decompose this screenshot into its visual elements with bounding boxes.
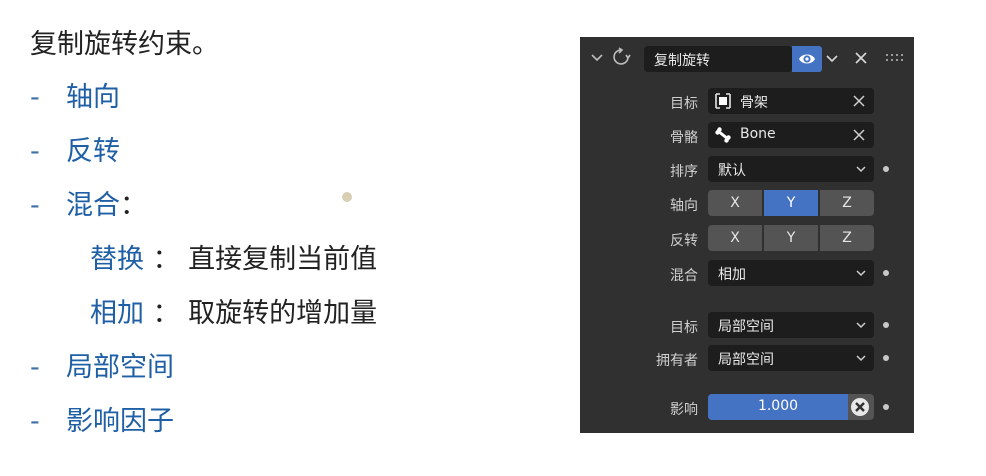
- target-space-label: 目标: [670, 320, 698, 336]
- clear-icon[interactable]: [850, 397, 870, 417]
- blend-sep: ：: [144, 244, 189, 275]
- mix-value: 相加: [718, 267, 746, 283]
- invert-x-toggle[interactable]: X: [708, 225, 762, 251]
- axis-x-toggle[interactable]: X: [708, 190, 762, 216]
- decorative-dot: [342, 192, 352, 202]
- blend-term: 相加: [90, 298, 144, 329]
- influence-value: 1.000: [757, 398, 799, 414]
- constraint-name-field[interactable]: 复制旋转: [644, 46, 792, 72]
- list-item: - 反转: [30, 134, 120, 170]
- target-space-dropdown[interactable]: 局部空间: [708, 312, 874, 338]
- chevron-down-icon: [856, 270, 866, 277]
- bullet-dash: -: [30, 136, 40, 167]
- blend-sep: ：: [144, 298, 189, 329]
- constraint-header: 复制旋转: [580, 37, 914, 79]
- keyframe-dot[interactable]: [883, 404, 889, 410]
- bullet-dash: -: [30, 352, 40, 383]
- invert-label: 反转: [670, 233, 698, 249]
- item-label-axis: 轴向: [66, 82, 120, 113]
- order-label: 排序: [670, 164, 698, 180]
- item-label-influence: 影响因子: [66, 406, 174, 437]
- order-value: 默认: [718, 163, 746, 179]
- blend-desc: 直接复制当前值: [188, 244, 378, 275]
- list-item: - 混合：: [30, 188, 147, 224]
- item-label-invert: 反转: [66, 136, 120, 167]
- list-item: - 影响因子: [30, 404, 174, 440]
- item-label-mix: 混合: [66, 190, 120, 221]
- close-icon[interactable]: [852, 128, 866, 142]
- copy-rotation-constraint-icon: [613, 47, 631, 65]
- blend-desc: 取旋转的增加量: [188, 298, 378, 329]
- invert-toggle-group: X Y Z: [708, 225, 874, 251]
- owner-space-dropdown[interactable]: 局部空间: [708, 345, 874, 371]
- blend-term: 替换: [90, 244, 144, 275]
- armature-icon: [715, 93, 731, 109]
- constraint-panel: 复制旋转 目标 骨架 骨骼 Bone 排序 默认 轴向 X Y Z 反转 X Y…: [580, 37, 914, 433]
- item-label-local-space: 局部空间: [66, 352, 174, 383]
- chevron-down-icon: [856, 355, 866, 362]
- list-item: - 局部空间: [30, 350, 174, 386]
- bone-field[interactable]: Bone: [708, 122, 874, 148]
- bullet-dash: -: [30, 190, 40, 221]
- influence-label: 影响: [670, 402, 698, 418]
- close-icon[interactable]: [853, 50, 869, 66]
- constraint-name: 复制旋转: [654, 53, 710, 69]
- axis-y-toggle[interactable]: Y: [764, 190, 818, 216]
- owner-space-value: 局部空间: [718, 352, 774, 368]
- bone-icon: [715, 127, 731, 143]
- drag-handle-icon[interactable]: [885, 53, 907, 63]
- bone-label: 骨骼: [670, 130, 698, 146]
- keyframe-dot[interactable]: [883, 166, 889, 172]
- invert-z-toggle[interactable]: Z: [820, 225, 874, 251]
- doc-area: 复制旋转约束。 - 轴向 - 反转 - 混合： 替换 ： 直接复制当前值 相加 ： 取…: [0, 0, 560, 476]
- mix-dropdown[interactable]: 相加: [708, 260, 874, 286]
- chevron-down-icon[interactable]: [824, 50, 840, 66]
- mix-label: 混合: [670, 268, 698, 284]
- owner-space-label: 拥有者: [656, 353, 698, 369]
- chevron-down-icon: [856, 322, 866, 329]
- target-label: 目标: [670, 96, 698, 112]
- axis-z-toggle[interactable]: Z: [820, 190, 874, 216]
- blend-mode-add: 相加 ： 取旋转的增加量: [90, 296, 377, 332]
- keyframe-dot[interactable]: [883, 355, 889, 361]
- invert-y-toggle[interactable]: Y: [764, 225, 818, 251]
- blend-mode-replace: 替换 ： 直接复制当前值: [90, 242, 377, 278]
- influence-slider[interactable]: 1.000: [708, 394, 874, 420]
- chevron-down-icon[interactable]: [588, 48, 606, 66]
- eye-icon: [799, 54, 815, 64]
- target-space-value: 局部空间: [718, 319, 774, 335]
- visibility-toggle[interactable]: [792, 46, 822, 72]
- keyframe-dot[interactable]: [883, 322, 889, 328]
- close-icon[interactable]: [852, 94, 866, 108]
- list-item: - 轴向: [30, 80, 120, 116]
- bullet-dash: -: [30, 406, 40, 437]
- axis-label: 轴向: [670, 198, 698, 214]
- target-value: 骨架: [740, 95, 768, 111]
- order-dropdown[interactable]: 默认: [708, 156, 874, 182]
- doc-title: 复制旋转约束。: [30, 29, 219, 60]
- keyframe-dot[interactable]: [883, 270, 889, 276]
- chevron-down-icon: [856, 166, 866, 173]
- bone-value: Bone: [740, 126, 776, 142]
- bullet-dash: -: [30, 82, 40, 113]
- axis-toggle-group: X Y Z: [708, 190, 874, 216]
- target-field[interactable]: 骨架: [708, 88, 874, 114]
- item-suffix: ：: [120, 190, 147, 221]
